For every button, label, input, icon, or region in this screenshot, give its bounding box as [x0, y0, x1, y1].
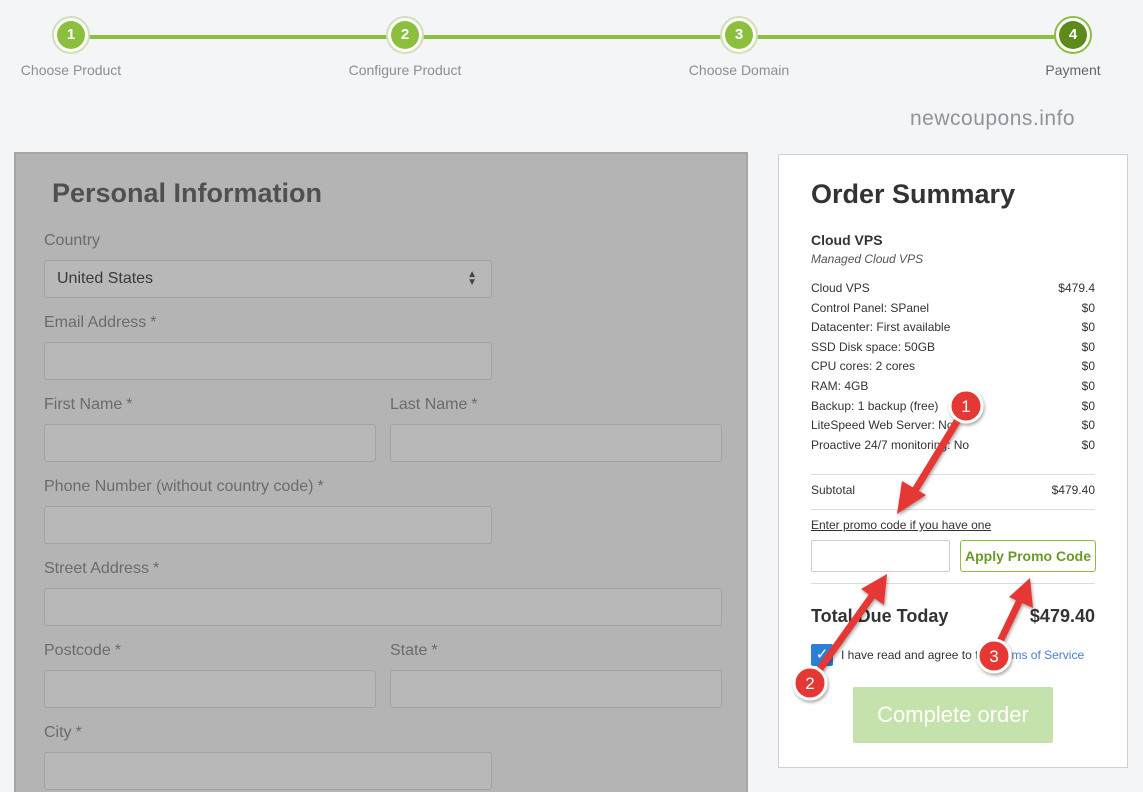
order-line: Backup: 1 backup (free) $0: [811, 398, 1095, 413]
postcode-field[interactable]: [44, 670, 376, 708]
checkout-progress: 1 Choose Product 2 Configure Product 3 C…: [0, 0, 1143, 90]
complete-order-button[interactable]: Complete order: [853, 687, 1053, 743]
city-label: City *: [44, 724, 82, 741]
state-label: State *: [390, 642, 438, 659]
email-label: Email Address *: [44, 314, 157, 331]
order-line: Cloud VPS $479.4: [811, 281, 1095, 295]
order-line: CPU cores: 2 cores $0: [811, 359, 1095, 374]
country-label: Country: [44, 232, 101, 249]
product-name: Cloud VPS: [811, 232, 883, 248]
step-choose-product[interactable]: 1 Choose Product: [0, 16, 151, 78]
terms-agreement: ✓ I have read and agree to the Terms of …: [811, 644, 1084, 666]
total-value: $479.40: [1029, 606, 1095, 626]
country-select[interactable]: United States ▲ ▼: [44, 260, 492, 298]
first-name-label: First Name *: [44, 396, 133, 413]
state-field[interactable]: [390, 670, 722, 708]
order-line: Control Panel: SPanel $0: [811, 300, 1095, 315]
promo-code-link[interactable]: Enter promo code if you have one: [811, 518, 991, 532]
country-value: United States: [57, 270, 154, 287]
street-address-label: Street Address *: [44, 560, 160, 577]
checkmark-icon: ✓: [815, 646, 829, 663]
terms-of-service-link[interactable]: Terms of Service: [995, 648, 1084, 662]
phone-field[interactable]: [44, 506, 492, 544]
select-arrows-icon: ▲ ▼: [467, 269, 477, 288]
order-summary-title: Order Summary: [811, 179, 1016, 209]
step-label: Configure Product: [348, 62, 462, 78]
last-name-label: Last Name *: [390, 396, 478, 413]
subtotal-value: $479.40: [1051, 483, 1095, 497]
agree-text: I have read and agree to the: [841, 648, 992, 662]
city-field[interactable]: [44, 752, 492, 790]
step-payment: 4 Payment: [993, 16, 1143, 78]
divider: [811, 509, 1095, 510]
promo-code-input[interactable]: [811, 540, 950, 572]
street-address-field[interactable]: [44, 588, 722, 626]
order-line: RAM: 4GB $0: [811, 378, 1095, 393]
progress-line: [72, 35, 1074, 39]
divider: [811, 583, 1095, 584]
step-label: Payment: [1045, 62, 1101, 78]
step-label: Choose Product: [20, 62, 122, 78]
last-name-field[interactable]: [390, 424, 722, 462]
step-circle: 4: [1054, 16, 1092, 54]
total-label: Total Due Today: [811, 606, 949, 626]
order-summary-panel: Order Summary Cloud VPS Managed Cloud VP…: [778, 154, 1128, 768]
step-circle: 3: [720, 16, 758, 54]
step-choose-domain[interactable]: 3 Choose Domain: [659, 16, 819, 78]
step-configure-product[interactable]: 2 Configure Product: [325, 16, 485, 78]
first-name-field[interactable]: [44, 424, 376, 462]
order-line: SSD Disk space: 50GB $0: [811, 339, 1095, 354]
step-circle: 1: [52, 16, 90, 54]
product-subtitle: Managed Cloud VPS: [811, 252, 924, 266]
personal-information-title: Personal Information: [52, 178, 323, 208]
total-row: Total Due Today $479.40: [811, 606, 1095, 627]
order-lines: Cloud VPS $479.4 Control Panel: SPanel $0 …: [811, 279, 1095, 455]
email-field[interactable]: [44, 342, 492, 380]
subtotal-row: Subtotal $479.40: [811, 483, 1095, 497]
divider: [811, 474, 1095, 475]
apply-promo-code-button[interactable]: Apply Promo Code: [960, 540, 1096, 572]
order-line: Proactive 24/7 monitoring: No $0: [811, 437, 1095, 452]
order-line: Datacenter: First available $0: [811, 320, 1095, 335]
terms-checkbox[interactable]: ✓: [811, 644, 833, 666]
step-label: Choose Domain: [688, 62, 790, 78]
personal-information-panel: Personal Information Country United Stat…: [14, 152, 748, 792]
watermark: newcoupons.info: [910, 107, 1076, 130]
phone-label: Phone Number (without country code) *: [44, 478, 324, 495]
postcode-label: Postcode *: [44, 642, 121, 659]
step-circle: 2: [386, 16, 424, 54]
order-line: LiteSpeed Web Server: No $0: [811, 418, 1095, 433]
subtotal-label: Subtotal: [811, 483, 856, 497]
